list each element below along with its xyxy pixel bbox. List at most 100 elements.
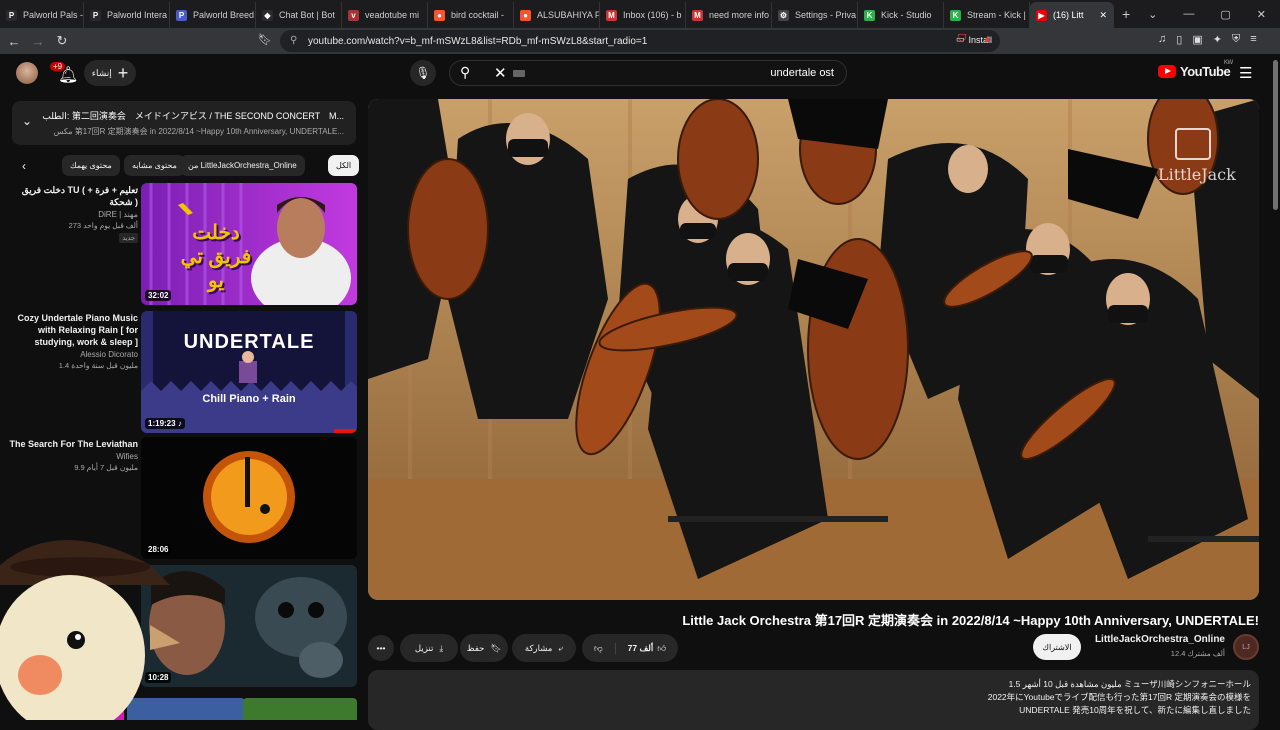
browser-tab[interactable]: P Palworld Breed	[170, 2, 256, 28]
browser-tab[interactable]: P Palworld Pals -	[0, 2, 84, 28]
tab-label: Palworld Intera	[107, 10, 168, 20]
save-button[interactable]: حفظ 🔖︎	[460, 634, 508, 662]
chevron-left-icon[interactable]: ‹	[22, 159, 26, 173]
chevron-down-icon[interactable]: ⌄	[22, 114, 32, 128]
channel-avatar[interactable]: LJ	[1233, 634, 1259, 660]
rec-thumbnail[interactable]: UNDERTALE Chill Piano + Rain 1:19:23 ♪	[141, 311, 357, 433]
search-box[interactable]: ⚲ ✕ undertale ost	[449, 60, 847, 86]
close-window-icon[interactable]: ✕	[1257, 8, 1266, 21]
tab-favicon: P	[90, 9, 101, 21]
brave-shields-icon[interactable]: ⛉	[958, 33, 966, 46]
minimize-icon[interactable]: —	[1183, 8, 1194, 21]
vpn-icon[interactable]: ⛨	[1232, 33, 1240, 46]
description-line: UNDERTALE 発売10周年を祝して、新たに編集し直しました	[1019, 705, 1251, 715]
plus-icon: +	[117, 63, 129, 83]
more-actions-button[interactable]: •••	[368, 635, 394, 661]
video-player[interactable]: LittleJack	[368, 99, 1259, 600]
tab-label: Chat Bot | Bot	[279, 10, 335, 20]
tab-favicon: ●	[520, 9, 531, 21]
browser-tab[interactable]: ⚙ Settings - Priva	[772, 2, 858, 28]
tab-favicon: M	[606, 9, 617, 21]
tab-favicon: ▶	[1036, 9, 1047, 21]
rec-title[interactable]: Cozy Undertale Piano Music with Relaxing…	[4, 312, 138, 348]
site-info-icon[interactable]: ⚲	[290, 35, 297, 46]
rec-meta: 1.4 مليون قبل سنة واحدة	[58, 361, 138, 370]
youtube-logo[interactable]: YouTube KW	[1158, 60, 1233, 79]
share-button[interactable]: مشاركة ⤶	[512, 634, 576, 662]
country-code: KW	[1224, 60, 1233, 66]
new-tab-icon[interactable]: +	[1122, 6, 1130, 22]
chip-all[interactable]: الكل	[328, 155, 360, 176]
voice-search-button[interactable]: 🎙︎	[410, 60, 436, 86]
bookmark-icon[interactable]: 🔖︎	[258, 33, 272, 46]
tab-label: Palworld Pals -	[23, 10, 84, 20]
browser-menu-icon[interactable]: ≡	[1250, 33, 1256, 46]
browser-tab[interactable]: M Inbox (106) - b	[600, 2, 686, 28]
playlist-subtitle: مكس 第17回R 定期演奏会 in 2022/8/14 ~Happy 10th…	[53, 127, 344, 136]
avatar[interactable]	[16, 62, 38, 84]
back-icon[interactable]: ←	[4, 34, 24, 49]
subscriber-count: 12.4 ألف مشترك	[1170, 649, 1225, 658]
browser-tab[interactable]: ● ALSUBAHIYA P	[514, 2, 600, 28]
rec-channel[interactable]: DiRE | مهند	[4, 210, 138, 219]
download-button[interactable]: تنزيل ⤓	[400, 634, 458, 662]
tab-favicon: ◆	[262, 9, 273, 21]
like-dislike-group: 👎︎ 77 ألف 👍︎	[582, 634, 678, 662]
leo-icon[interactable]: ✦	[1213, 33, 1222, 46]
description-box[interactable]: 1.5 مليون مشاهدة قبل 10 أشهر ミューザ川崎シンフォニ…	[368, 670, 1259, 730]
rewards-icon[interactable]: ▲	[982, 33, 993, 45]
guide-menu-icon[interactable]: ☰	[1239, 64, 1252, 82]
create-button[interactable]: إنشاء +	[84, 60, 136, 86]
browser-tab[interactable]: Mneed more info	[686, 2, 772, 28]
rec-thumbnail[interactable]: دخلت فريق تي يو 32:02	[141, 183, 357, 305]
url-text: youtube.com/watch?v=b_mf-mSWzL8&list=RDb…	[308, 35, 648, 47]
maximize-icon[interactable]: ▢	[1220, 8, 1230, 21]
rec-title[interactable]: The Search For The Leviathan	[4, 438, 138, 450]
tab-label: bird cocktail -	[451, 10, 505, 20]
chip-recommended[interactable]: محتوى يهمك	[62, 155, 120, 176]
clear-icon[interactable]: ✕	[494, 64, 507, 82]
rec-title[interactable]: دخلت فريق TU ( تعليم + فرة + شحكة )	[4, 184, 138, 208]
chip-from-channel[interactable]: من LittleJackOrchestra_Online	[180, 155, 305, 176]
forward-icon[interactable]: →	[28, 34, 48, 49]
tab-favicon: P	[176, 9, 187, 21]
browser-tab[interactable]: K Stream - Kick |	[944, 2, 1030, 28]
url-field[interactable]: ⚲ youtube.com/watch?v=b_mf-mSWzL8&list=R…	[280, 30, 1000, 52]
duration-badge: 32:02	[145, 290, 172, 301]
tab-label: Kick - Studio	[881, 10, 932, 20]
address-bar: ← → ↻ ⚲ youtube.com/watch?v=b_mf-mSWzL8&…	[0, 28, 1280, 54]
subscribe-button[interactable]: الاشتراك	[1033, 634, 1081, 660]
browser-tab[interactable]: v veadotube mi	[342, 2, 428, 28]
tab-search-icon[interactable]: ⌄	[1148, 8, 1157, 21]
youtube-play-icon	[1158, 65, 1176, 78]
tab-favicon: M	[692, 9, 703, 21]
music-note-icon: ♪	[177, 419, 182, 428]
like-button[interactable]: 77 ألف 👍︎	[622, 643, 666, 654]
page-scrollbar[interactable]	[1273, 60, 1278, 210]
tab-favicon: K	[950, 9, 961, 21]
browser-tab[interactable]: P Palworld Intera	[84, 2, 170, 28]
bird-avatar-image	[0, 540, 180, 730]
browser-tab[interactable]: ● bird cocktail -	[428, 2, 514, 28]
dislike-button[interactable]: 👎︎	[582, 642, 616, 654]
tab-label: (16) Litt	[1053, 10, 1084, 20]
browser-tab[interactable]: K Kick - Studio	[858, 2, 944, 28]
bell-icon[interactable]: 🔔︎	[58, 65, 78, 85]
close-tab-icon[interactable]: ✕	[1099, 10, 1107, 21]
rec-channel[interactable]: Wifies	[4, 452, 138, 461]
keyboard-icon[interactable]	[513, 70, 525, 77]
reload-icon[interactable]: ↻	[52, 33, 72, 49]
channel-name[interactable]: LittleJackOrchestra_Online	[1095, 634, 1225, 645]
bookmark-icon: 🔖︎	[490, 642, 502, 653]
search-input[interactable]: undertale ost	[770, 67, 834, 79]
music-icon[interactable]: ♫	[1158, 33, 1166, 46]
playlist-panel[interactable]: ⌄ الطلب: 第二回演奏会 メイドインアビス / THE SECOND CO…	[12, 101, 356, 145]
browser-tab[interactable]: ◆ Chat Bot | Bot	[256, 2, 342, 28]
tab-label: Inbox (106) - b	[623, 10, 682, 20]
sidebar-icon[interactable]: ▯	[1176, 33, 1182, 46]
search-icon[interactable]: ⚲	[460, 64, 470, 81]
wallet-icon[interactable]: ▣	[1192, 33, 1202, 46]
browser-tab[interactable]: ▶ (16) Litt ✕	[1030, 2, 1114, 28]
rec-channel[interactable]: Alessio Dicorato	[4, 350, 138, 359]
chip-related[interactable]: محتوى مشابه	[124, 155, 185, 176]
